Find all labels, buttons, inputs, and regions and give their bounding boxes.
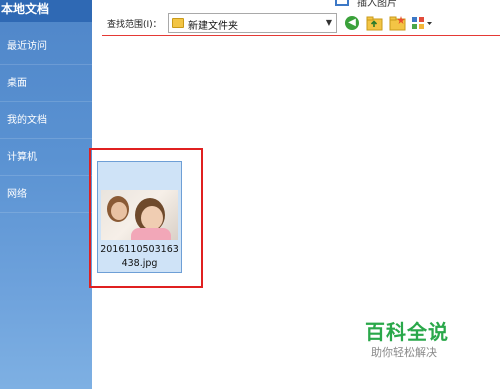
file-item[interactable]: 2016110503163438.jpg [97,161,182,273]
new-folder-icon[interactable] [389,14,407,32]
toolbar-divider [102,35,500,36]
look-in-label: 查找范围(I)： [107,20,162,30]
watermark-logo: 百科全说 [365,320,449,344]
sidebar-item-desktop[interactable]: 桌面 [0,66,92,102]
photo-thumbnail [101,190,178,240]
insert-picture-icon [335,0,349,6]
look-in-dropdown[interactable]: 新建文件夹 ▼ [168,13,337,33]
back-icon[interactable]: ◀ [345,16,359,30]
sidebar-item-documents[interactable]: 我的文档 [0,103,92,139]
file-name: 2016110503163438.jpg [100,244,179,269]
dialog-title: 插入图片 [357,0,397,9]
sidebar-header: 本地文档 [0,0,92,22]
sidebar-item-recent[interactable]: 最近访问 [0,29,92,65]
current-folder-name: 新建文件夹 [188,21,238,32]
sidebar-item-computer[interactable]: 计算机 [0,140,92,176]
watermark-tagline: 助你轻松解决 [371,346,437,359]
places-sidebar: 本地文档 最近访问 桌面 我的文档 计算机 网络 [0,0,92,389]
up-folder-icon[interactable] [366,14,384,32]
views-menu-icon[interactable] [411,14,433,32]
sidebar-item-network[interactable]: 网络 [0,177,92,213]
chevron-down-icon[interactable]: ▼ [322,14,336,32]
folder-icon [172,18,184,28]
